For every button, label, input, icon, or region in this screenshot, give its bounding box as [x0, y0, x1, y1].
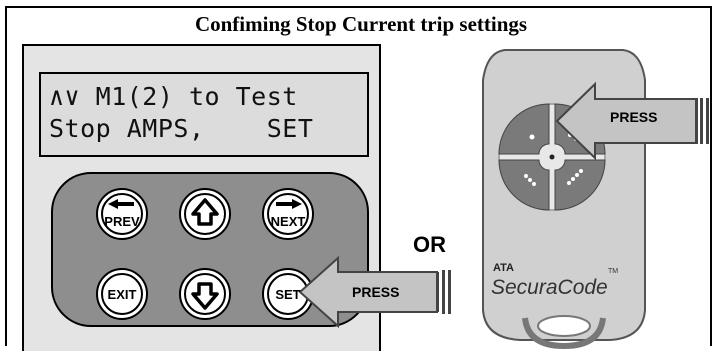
prev-button[interactable]: PREV — [96, 188, 148, 240]
set-label: SET — [275, 287, 301, 302]
press-label-keypad: PRESS — [352, 284, 400, 300]
set-button[interactable]: SET — [262, 268, 314, 320]
arrow-up-icon — [191, 198, 219, 226]
lcd-display: ∧∨ M1(2) to Test Stop AMPS, SET — [39, 72, 369, 157]
figure-title: Confiming Stop Current trip settings — [194, 12, 528, 36]
up-button[interactable] — [179, 188, 231, 240]
press-label-remote: PRESS — [610, 109, 658, 125]
exit-button[interactable]: EXIT — [96, 268, 148, 320]
next-label: NEXT — [270, 214, 306, 229]
next-button[interactable]: NEXT — [262, 188, 314, 240]
exit-label: EXIT — [107, 287, 137, 302]
arrow-down-icon — [191, 282, 219, 310]
prev-label: PREV — [104, 214, 140, 229]
lcd-line-1: ∧∨ M1(2) to Test — [49, 82, 298, 111]
remote-trademark: TM — [608, 268, 619, 275]
down-button[interactable] — [179, 268, 231, 320]
remote-brand-name: SecuraCode — [491, 276, 608, 299]
remote-brand-ata: ATA — [493, 262, 514, 274]
or-label: OR — [413, 232, 446, 257]
lcd-line-2: Stop AMPS, SET — [49, 114, 314, 143]
